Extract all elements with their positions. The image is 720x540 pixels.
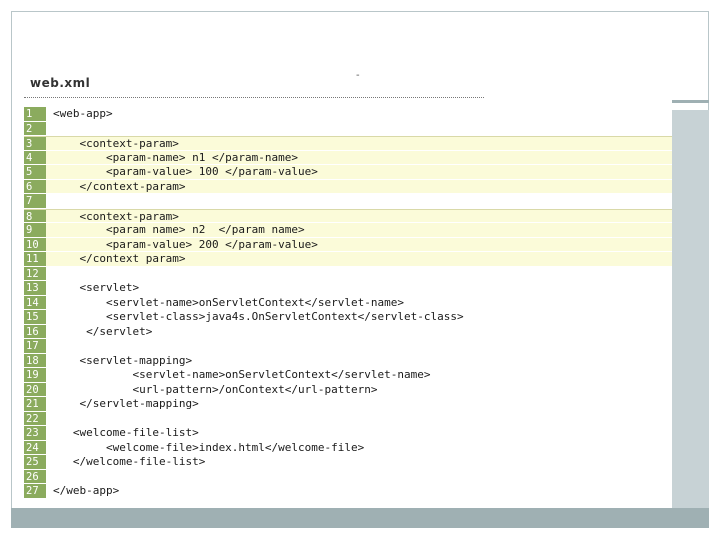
line-number: 13: [24, 281, 46, 295]
code-line: 13 <servlet>: [24, 281, 672, 296]
line-number: 27: [24, 484, 46, 498]
file-title: web.xml: [30, 76, 91, 90]
code-text: <web-app>: [53, 107, 113, 120]
code-text: </servlet-mapping>: [53, 397, 199, 410]
line-number: 7: [24, 194, 46, 208]
code-line: 23 <welcome-file-list>: [24, 426, 672, 441]
code-text: </welcome-file-list>: [53, 455, 206, 468]
code-text: <param-value> 100 </param-value>: [53, 165, 318, 178]
code-text: <param-name> n1 </param-name>: [53, 150, 299, 164]
code-line: 9 <param name> n2 </param name>: [24, 223, 672, 238]
code-text: <servlet-name>onServletContext</servlet-…: [53, 295, 404, 309]
code-line: 11 </context param>: [24, 252, 672, 267]
code-line: 2: [24, 121, 672, 136]
code-line: 26: [24, 469, 672, 484]
code-text: <servlet-mapping>: [53, 353, 193, 367]
code-text: <param-value> 200 </param-value>: [53, 237, 318, 251]
code-line: 3 <context-param>: [24, 136, 672, 151]
code-line: 16 </servlet>: [24, 324, 672, 339]
line-number: 21: [24, 397, 46, 411]
code-text: <context-param>: [53, 209, 179, 223]
code-line: 12: [24, 266, 672, 281]
line-number: 3: [24, 137, 46, 150]
code-text: </context param>: [53, 252, 186, 265]
code-line: 20 <url-pattern>/onContext</url-pattern>: [24, 382, 672, 397]
line-number: 19: [24, 368, 46, 382]
code-text: <servlet-class>java4s.OnServletContext</…: [53, 310, 464, 323]
code-line: 7: [24, 194, 672, 209]
code-line: 1 <web-app>: [24, 107, 672, 122]
line-number: 6: [24, 179, 46, 193]
code-line: 24 <welcome-file>index.html</welcome-fil…: [24, 440, 672, 455]
line-number: 22: [24, 411, 46, 425]
code-text: </context-param>: [53, 179, 186, 193]
code-text: <welcome-file>index.html</welcome-file>: [53, 440, 365, 454]
line-number: 25: [24, 455, 46, 469]
line-number: 8: [24, 209, 46, 223]
header-divider: [24, 97, 484, 98]
code-line: 18 <servlet-mapping>: [24, 353, 672, 368]
bottom-decorative-band: [11, 508, 709, 528]
line-number: 2: [24, 121, 46, 135]
code-line: 27 </web-app>: [24, 484, 672, 499]
code-line: 10 <param-value> 200 </param-value>: [24, 237, 672, 252]
line-number: 24: [24, 440, 46, 454]
line-number: 5: [24, 165, 46, 179]
dash-mark: -: [356, 70, 360, 81]
code-line: 17: [24, 339, 672, 354]
code-line: 19 <servlet-name>onServletContext</servl…: [24, 368, 672, 383]
code-line: 8 <context-param>: [24, 208, 672, 223]
code-text: <welcome-file-list>: [53, 426, 199, 439]
line-number: 17: [24, 339, 46, 353]
code-listing: 1 <web-app> 2 3 <context-param> 4 <param-nam…: [24, 107, 672, 507]
line-number: 16: [24, 324, 46, 338]
line-number: 12: [24, 266, 46, 280]
code-text: </web-app>: [53, 484, 120, 497]
code-line: 4 <param-name> n1 </param-name>: [24, 150, 672, 165]
line-number: 14: [24, 295, 46, 309]
code-text: <url-pattern>/onContext</url-pattern>: [53, 382, 378, 396]
code-line: 22: [24, 411, 672, 426]
line-number: 10: [24, 237, 46, 251]
code-text: <servlet-name>onServletContext</servlet-…: [53, 368, 431, 381]
code-line: 6 </context-param>: [24, 179, 672, 194]
line-number: 11: [24, 252, 46, 266]
code-text: <param name> n2 </param name>: [53, 223, 305, 236]
code-text: <servlet>: [53, 281, 140, 294]
code-line: 5 <param-value> 100 </param-value>: [24, 165, 672, 180]
line-number: 15: [24, 310, 46, 324]
right-band-top: [672, 100, 709, 103]
line-number: 20: [24, 382, 46, 396]
line-number: 1: [24, 107, 46, 121]
code-line: 14 <servlet-name>onServletContext</servl…: [24, 295, 672, 310]
code-line: 25 </welcome-file-list>: [24, 455, 672, 470]
line-number: 9: [24, 223, 46, 237]
line-number: 18: [24, 353, 46, 367]
right-decorative-band: [672, 110, 709, 508]
code-line: 15 <servlet-class>java4s.OnServletContex…: [24, 310, 672, 325]
code-line: 21 </servlet-mapping>: [24, 397, 672, 412]
line-number: 4: [24, 150, 46, 164]
code-text: <context-param>: [53, 137, 179, 150]
code-text: </servlet>: [53, 324, 153, 338]
line-number: 26: [24, 469, 46, 483]
line-number: 23: [24, 426, 46, 440]
